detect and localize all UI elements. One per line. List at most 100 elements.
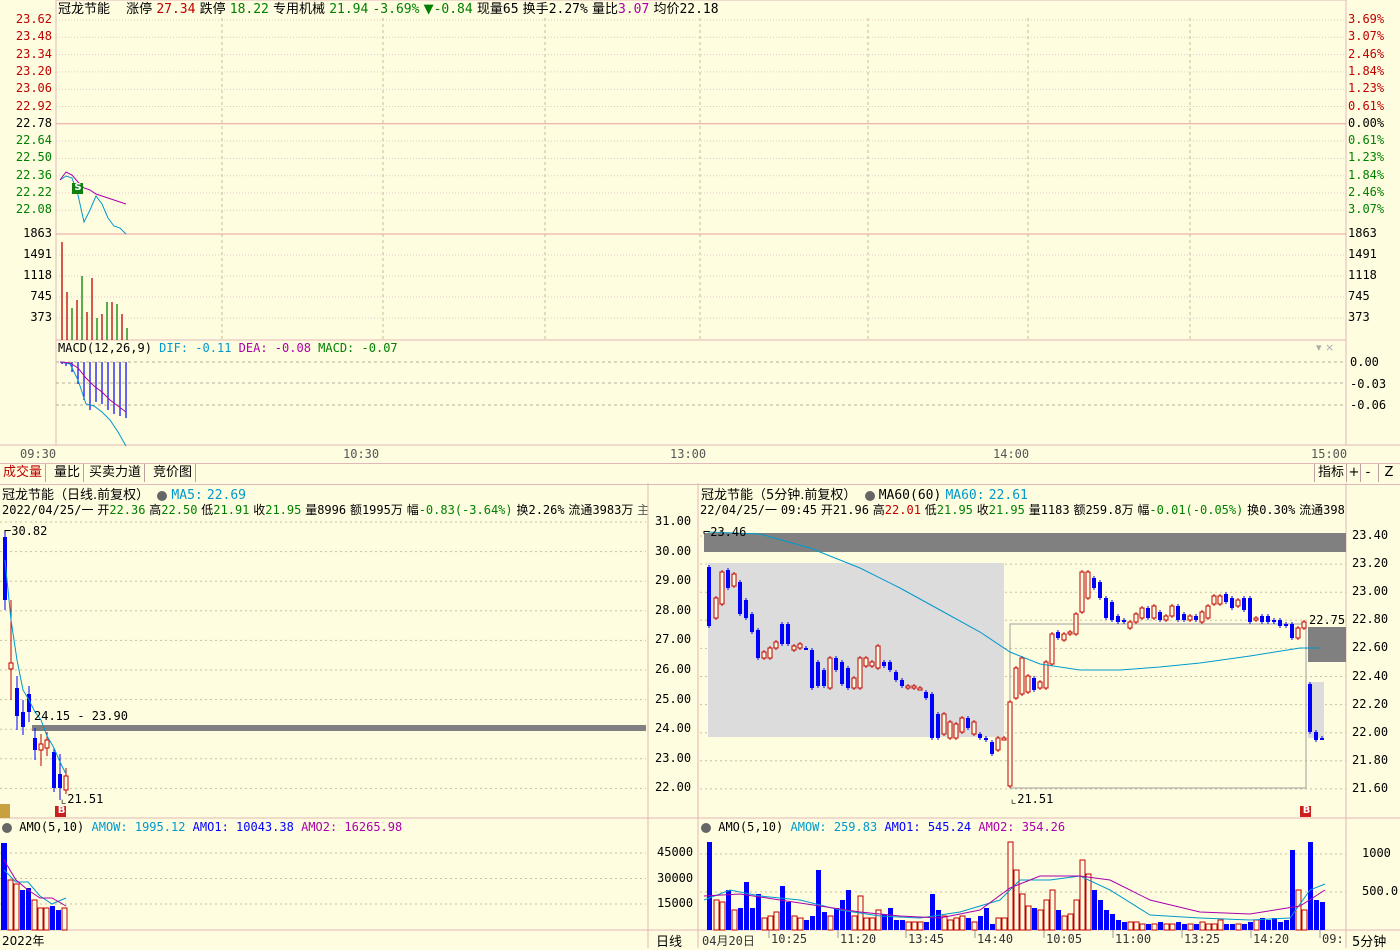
price-tick: 22.08 [15,202,52,217]
price-tick: 22.92 [15,98,52,113]
fivemin-amo-legend: AMO(5,10) AMOW: 259.83 AMO1: 545.24 AMO2… [701,820,1065,834]
fm-float-value: 398 [1323,503,1345,517]
vol-tick: 1863 [1348,226,1377,240]
fivemin-low-mark: ⌞21.51 [1010,792,1054,806]
daily-price-tick: 24.00 [655,721,692,736]
amt-value: 1995万 [361,503,403,517]
daily-price-tick: 27.00 [655,632,692,647]
range-value: -0.83(-3.64%) [418,503,513,517]
macd-tick: -0.06 [1350,398,1387,412]
macd-value: -0.07 [361,341,398,355]
fivemin-box3 [1308,682,1324,738]
macd-close-icon[interactable]: ▾ × [1316,341,1334,354]
sell-marker-label: S [74,182,82,193]
fivemin-gap-band-top [704,533,1346,552]
intraday-chart[interactable] [0,0,1400,465]
time-tick: 13:00 [670,447,707,461]
macd-bars [61,362,127,418]
pct-tick: 0.61% [1348,133,1385,148]
tab-volume-ratio[interactable]: 量比 [51,464,85,482]
daily-price-tick: 23.00 [655,750,692,765]
settings-circle-icon[interactable] [157,490,168,501]
fm-amo1-value: 545.24 [927,820,972,834]
high-label: 高 [149,503,162,517]
daily-price-tick: 28.00 [655,602,692,617]
tab-bar [0,463,1400,485]
intraday-volume-bars [61,242,128,340]
fivemin-time-tick: 13:45 [908,932,945,946]
macd-label[interactable]: MACD(12,26,9) [58,341,152,355]
pct-tick: 2.46% [1348,46,1385,61]
z-button[interactable]: Z [1378,464,1399,482]
daily-date: 2022/04/25/一 [2,503,94,517]
pct-tick: 3.07% [1348,29,1385,44]
zoom-in-button[interactable]: + [1346,464,1361,482]
macd-legend: MACD(12,26,9) DIF: -0.11 DEA: -0.08 MACD… [58,341,398,355]
price-tick: 22.36 [15,167,52,182]
daily-price-tick: 25.00 [655,691,692,706]
truncated-text: 主 [637,503,648,517]
vol-value: 8996 [317,503,347,517]
fivemin-price-tick: 22.20 [1352,696,1389,711]
fivemin-box1 [708,563,1004,737]
fivemin-time-tick: 11:20 [840,932,877,946]
fm-range-value: -0.01(-0.05%) [1149,503,1244,517]
fm-open-label: 开 [820,503,833,517]
fm-amo-label[interactable]: AMO(5,10) [718,820,783,834]
price-tick: 22.78 [15,115,52,130]
daily-low-mark: ⌞21.51 [60,792,104,806]
daily-year-label: 2022年 [2,934,45,948]
time-tick: 14:00 [993,447,1030,461]
price-tick: 23.48 [15,29,52,44]
zoom-out-button[interactable]: - [1360,464,1375,482]
fivemin-time-tick: 14:40 [977,932,1014,946]
daily-low-mark-value: 21.51 [67,792,104,806]
daily-high-mark: ⌐30.82 [4,524,48,538]
float-label: 流通 [568,503,593,517]
pct-tick: 1.23% [1348,150,1385,165]
amo-label[interactable]: AMO(5,10) [19,820,84,834]
dea-label: DEA: [238,341,268,355]
fm-high-label: 高 [872,503,885,517]
dif-label: DIF: [159,341,189,355]
vol-tick: 1118 [1348,268,1377,282]
fivemin-price-tick: 22.00 [1352,724,1389,739]
fivemin-price-tick: 21.80 [1352,752,1389,767]
price-tick: 23.34 [15,46,52,61]
daily-side-icon [0,804,10,818]
amo2-value: 16265.98 [344,820,403,834]
tab-buy-sell-power[interactable]: 买卖力道 [86,464,146,482]
fivemin-amo-bars [707,841,1325,931]
daily-price-tick: 22.00 [655,780,692,795]
fivemin-time-tick: 09: [1322,932,1344,946]
amo-settings-icon[interactable] [2,822,12,833]
tab-auction-chart[interactable]: 竞价图 [150,464,197,482]
fivemin-box2 [1009,623,1307,789]
fivemin-price-tick: 22.40 [1352,668,1389,683]
fm-low-label: 低 [924,503,937,517]
intraday-price-line [59,175,127,235]
fivemin-time-tick: 10:05 [1046,932,1083,946]
vol-tick: 373 [1348,310,1370,324]
daily-ma-line [4,559,67,775]
fivemin-price-tick: 22.60 [1352,640,1389,655]
fivemin-settings-icon[interactable] [864,490,875,501]
indicator-button[interactable]: 指标 [1314,464,1347,482]
fm-amo-settings-icon[interactable] [701,822,711,833]
fivemin-high-mark: ⌐23.46 [703,525,747,539]
fivemin-period-label[interactable]: 5分钟 [1352,931,1386,950]
fm-turnover-value: 0.30% [1259,503,1296,517]
low-value: 21.91 [213,503,250,517]
fivemin-time-tick: 14:20 [1253,932,1290,946]
close-label: 收 [253,503,266,517]
macd-value-label: MACD: [318,341,355,355]
vol-tick: 373 [30,310,52,324]
amow-label: AMOW: [91,820,128,834]
daily-amo-tick: 15000 [657,896,694,910]
daily-period-label[interactable]: 日线 [656,931,682,950]
tab-volume[interactable]: 成交量 [0,464,47,482]
fm-amow-value: 259.83 [833,820,878,834]
amow-value: 1995.12 [134,820,186,834]
low-label: 低 [201,503,214,517]
vol-tick: 1491 [1348,247,1377,261]
